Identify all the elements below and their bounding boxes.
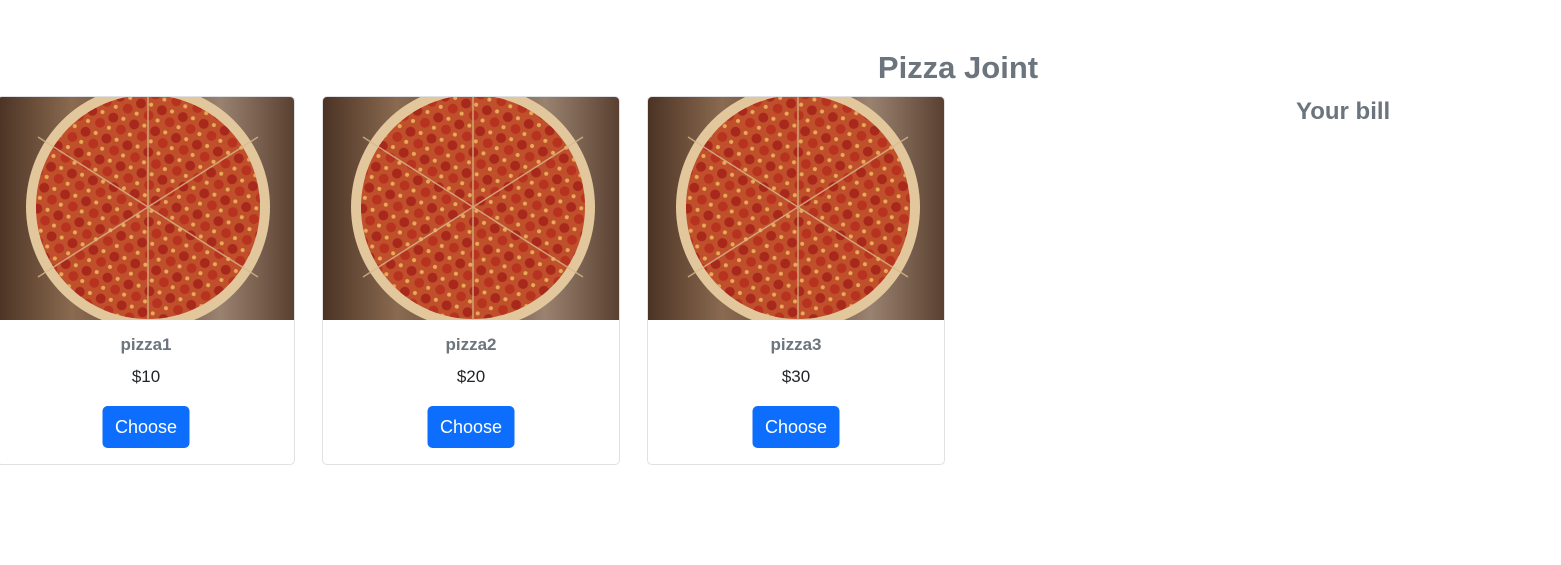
pizza-price: $30 [781, 367, 811, 386]
pizza-price: $10 [131, 367, 161, 386]
choose-button[interactable]: Choose [752, 406, 840, 448]
choose-button[interactable]: Choose [102, 406, 190, 448]
choose-button[interactable]: Choose [427, 406, 515, 448]
pizza-card-3: pizza3 $30 Choose [647, 96, 945, 465]
pizza-image [0, 97, 294, 320]
pizza-card-1: pizza1 $10 Choose [0, 96, 295, 465]
bill-title: Your bill [1296, 98, 1391, 125]
pizza-image [323, 97, 619, 320]
pizza-name: pizza2 [445, 335, 497, 354]
pizza-name: pizza3 [770, 335, 822, 354]
pizza-image [648, 97, 944, 320]
pizza-name: pizza1 [120, 335, 172, 354]
pizza-card-2: pizza2 $20 Choose [322, 96, 620, 465]
page-title: Pizza Joint [877, 50, 1039, 85]
pizza-price: $20 [456, 367, 486, 386]
